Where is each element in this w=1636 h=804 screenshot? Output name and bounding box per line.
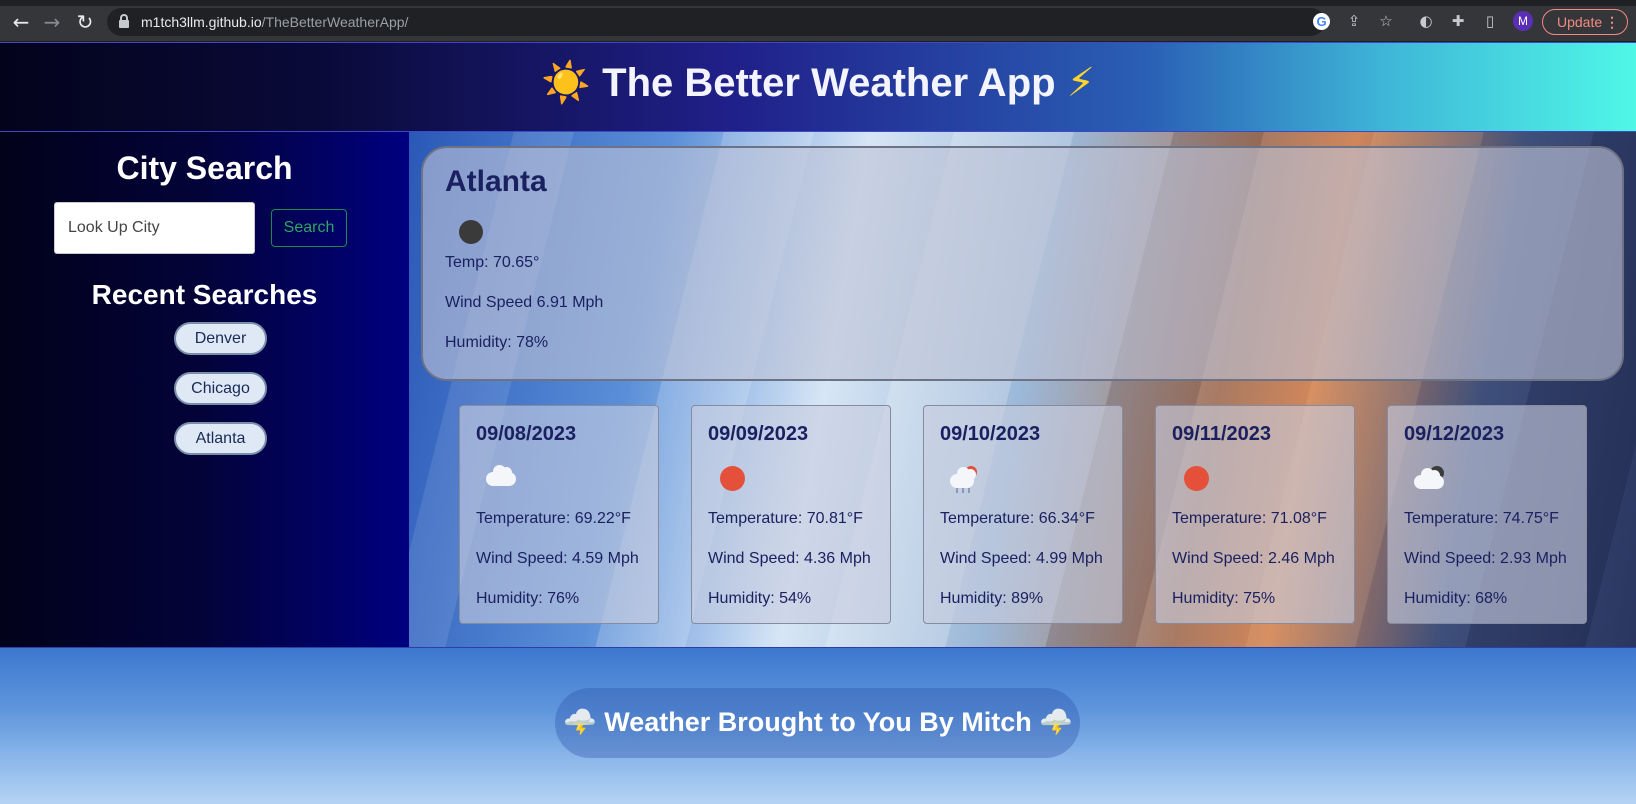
profile-avatar[interactable]: M — [1513, 11, 1533, 31]
forecast-card: 09/09/2023 Temperature: 70.81°F Wind Spe… — [691, 405, 891, 624]
update-label: Update — [1557, 14, 1603, 30]
back-arrow-icon[interactable]: ← — [9, 10, 33, 34]
sidebar: City Search Search Recent Searches Denve… — [0, 132, 409, 647]
forecast-humidity: Humidity: 89% — [940, 590, 1044, 607]
forecast-card: 09/10/2023 Temperature: 66.34°F Wind Spe… — [923, 405, 1123, 624]
footer-credit-text: Weather Brought to You By Mitch — [604, 707, 1032, 737]
forecast-humidity: Humidity: 76% — [476, 590, 580, 607]
reload-icon[interactable]: ↻ — [73, 10, 97, 34]
forecast-card: 09/12/2023 Temperature: 74.75°F Wind Spe… — [1387, 405, 1587, 624]
current-temp: Temp: 70.65° — [445, 254, 540, 271]
lock-icon[interactable] — [119, 14, 129, 28]
recent-searches-heading: Recent Searches — [91, 279, 318, 310]
forecast-humidity: Humidity: 75% — [1172, 590, 1276, 607]
current-humidity: Humidity: 78% — [445, 334, 549, 351]
forecast-card: 09/11/2023 Temperature: 71.08°F Wind Spe… — [1155, 405, 1355, 624]
forward-arrow-icon[interactable]: → — [40, 10, 64, 34]
forecast-date: 09/12/2023 — [1404, 423, 1505, 445]
storm-cloud-icon: 🌩️ — [1039, 707, 1073, 738]
url-path: /TheBetterWeatherApp/ — [261, 14, 409, 30]
broken-clouds-icon — [1414, 466, 1446, 492]
address-bar[interactable]: m1tch3llm.github.io/TheBetterWeatherApp/ — [107, 8, 1325, 36]
forecast-temperature: Temperature: 71.08°F — [1172, 510, 1327, 527]
url-text[interactable]: m1tch3llm.github.io/TheBetterWeatherApp/ — [141, 14, 408, 30]
sun-icon: ☀️ — [541, 60, 592, 106]
forecast-date: 09/08/2023 — [476, 423, 577, 445]
recent-search-chicago[interactable]: Chicago — [174, 372, 267, 405]
page: ☀️ The Better Weather App ⚡ City Search … — [0, 42, 1636, 804]
forecast-temperature: Temperature: 69.22°F — [476, 510, 631, 527]
puzzle-extensions-icon[interactable]: ✚ — [1448, 11, 1468, 31]
forecast-humidity: Humidity: 54% — [708, 590, 812, 607]
page-footer: 🌩️ Weather Brought to You By Mitch 🌩️ — [0, 647, 1636, 804]
browser-toolbar: ← → ↻ m1tch3llm.github.io/TheBetterWeath… — [0, 0, 1636, 42]
update-button[interactable]: Update ⋮ — [1542, 9, 1628, 35]
lightning-icon: ⚡ — [1066, 60, 1095, 106]
extension-dark-mode-icon[interactable]: ◐ — [1416, 11, 1436, 31]
current-wind: Wind Speed 6.91 Mph — [445, 294, 604, 311]
forecast-date: 09/10/2023 — [940, 423, 1041, 445]
sun-icon — [718, 466, 750, 492]
footer-credit: 🌩️ Weather Brought to You By Mitch 🌩️ — [0, 706, 1636, 738]
page-title: ☀️ The Better Weather App ⚡ — [0, 59, 1636, 106]
forecast-date: 09/09/2023 — [708, 423, 809, 445]
city-search-heading: City Search — [116, 150, 293, 186]
search-button[interactable]: Search — [271, 209, 347, 247]
forecast-wind: Wind Speed: 2.93 Mph — [1404, 550, 1567, 567]
forecast-wind: Wind Speed: 4.36 Mph — [708, 550, 871, 567]
url-host: m1tch3llm.github.io — [141, 14, 262, 30]
forecast-date: 09/11/2023 — [1172, 423, 1271, 445]
forecast-temperature: Temperature: 66.34°F — [940, 510, 1095, 527]
current-city-name: Atlanta — [445, 165, 547, 198]
storm-cloud-icon: 🌩️ — [563, 707, 597, 738]
forecast-card: 09/08/2023 Temperature: 69.22°F Wind Spe… — [459, 405, 659, 624]
forecast-temperature: Temperature: 70.81°F — [708, 510, 863, 527]
sun-icon — [1182, 466, 1214, 492]
forecast-temperature: Temperature: 74.75°F — [1404, 510, 1559, 527]
tab-strip — [0, 0, 1636, 6]
more-menu-icon[interactable]: ⋮ — [1605, 10, 1619, 34]
forecast-wind: Wind Speed: 4.99 Mph — [940, 550, 1103, 567]
night-clear-icon — [459, 220, 483, 244]
forecast-wind: Wind Speed: 4.59 Mph — [476, 550, 639, 567]
recent-search-denver[interactable]: Denver — [174, 322, 267, 355]
star-icon[interactable]: ☆ — [1376, 11, 1396, 31]
recent-search-atlanta[interactable]: Atlanta — [174, 422, 267, 455]
share-icon[interactable]: ⇪ — [1344, 11, 1364, 31]
forecast-humidity: Humidity: 68% — [1404, 590, 1508, 607]
city-search-input[interactable] — [54, 202, 255, 254]
rain-cloud-icon — [950, 466, 982, 493]
cloud-icon — [486, 465, 518, 492]
weather-main-panel: Atlanta Temp: 70.65° Wind Speed 6.91 Mph… — [409, 132, 1636, 647]
app-title-text: The Better Weather App — [602, 61, 1056, 105]
current-weather-card: Atlanta Temp: 70.65° Wind Speed 6.91 Mph… — [421, 146, 1624, 381]
app-header: ☀️ The Better Weather App ⚡ — [0, 42, 1636, 132]
side-panel-icon[interactable]: ▯ — [1480, 11, 1500, 31]
google-icon[interactable]: G — [1313, 13, 1330, 30]
forecast-wind: Wind Speed: 2.46 Mph — [1172, 550, 1335, 567]
